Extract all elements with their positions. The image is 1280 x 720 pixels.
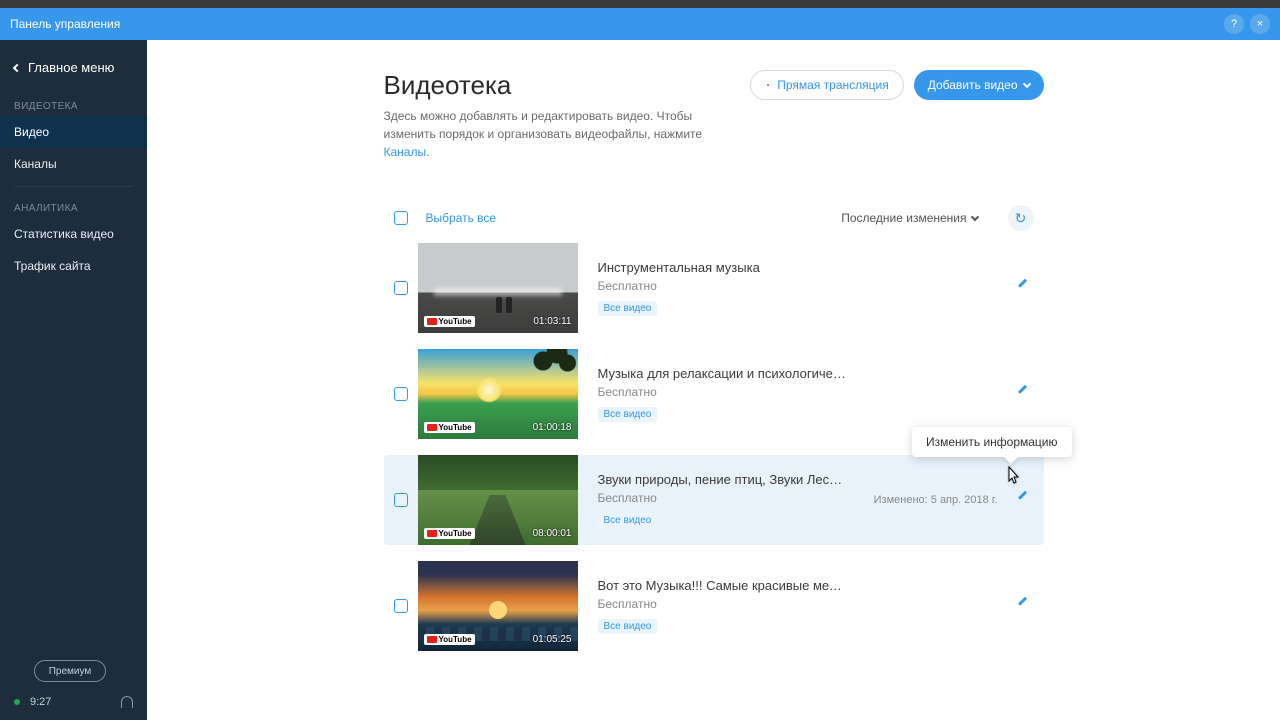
add-video-button[interactable]: Добавить видео bbox=[914, 70, 1044, 100]
pencil-icon bbox=[1014, 387, 1028, 401]
sidebar-footer: 9:27 bbox=[0, 696, 147, 720]
youtube-badge-icon: YouTube bbox=[424, 316, 475, 327]
video-duration: 01:05:25 bbox=[533, 634, 572, 645]
row-checkbox[interactable] bbox=[394, 493, 408, 507]
video-price: Бесплатно bbox=[598, 597, 1008, 611]
video-row[interactable]: YouTube 01:03:11 Инструментальная музыка Бе… bbox=[384, 243, 1044, 333]
video-row[interactable]: YouTube 08:00:01 Звуки природы, пение птиц… bbox=[384, 455, 1044, 545]
sidebar-group-analytics: АНАЛИТИКА bbox=[0, 193, 147, 218]
video-duration: 01:03:11 bbox=[533, 316, 571, 327]
help-icon[interactable]: ? bbox=[1224, 14, 1244, 34]
sidebar-group-library: ВИДЕОТЕКА bbox=[0, 91, 147, 116]
row-checkbox[interactable] bbox=[394, 281, 408, 295]
video-title: Вот это Музыка!!! Самые красивые мелодии… bbox=[598, 578, 848, 593]
chevron-down-icon bbox=[1022, 79, 1030, 87]
channels-link[interactable]: Каналы bbox=[384, 145, 427, 159]
page-description: Здесь можно добавлять и редактировать ви… bbox=[384, 107, 724, 161]
video-thumbnail[interactable]: YouTube 01:00:18 bbox=[418, 349, 578, 439]
sidebar-item-video-stats[interactable]: Статистика видео bbox=[0, 218, 147, 250]
video-thumbnail[interactable]: YouTube 08:00:01 bbox=[418, 455, 578, 545]
close-icon[interactable]: × bbox=[1250, 14, 1270, 34]
youtube-badge-icon: YouTube bbox=[424, 528, 475, 539]
back-label: Главное меню bbox=[28, 60, 114, 75]
video-info: Инструментальная музыка Бесплатно Все виде… bbox=[598, 260, 1008, 316]
video-tag[interactable]: Все видео bbox=[598, 407, 658, 422]
main-content: Видеотека Здесь можно добавлять и редакт… bbox=[147, 40, 1280, 720]
video-title: Музыка для релаксации и психологической … bbox=[598, 366, 848, 381]
edit-button[interactable] bbox=[1008, 381, 1034, 407]
chevron-left-icon bbox=[13, 63, 21, 71]
video-row[interactable]: YouTube 01:00:18 Музыка для релаксации и п… bbox=[384, 349, 1044, 439]
video-info: Звуки природы, пение птиц, Звуки Леса, д… bbox=[598, 472, 874, 528]
youtube-badge-icon: YouTube bbox=[424, 634, 475, 645]
video-title: Звуки природы, пение птиц, Звуки Леса, д… bbox=[598, 472, 848, 487]
video-row[interactable]: YouTube 01:05:25 Вот это Музыка!!! Самые к… bbox=[384, 561, 1044, 651]
live-stream-button[interactable]: Прямая трансляция bbox=[750, 70, 903, 100]
sort-dropdown[interactable]: Последние изменения bbox=[841, 211, 977, 225]
chevron-down-icon bbox=[970, 212, 978, 220]
select-all-checkbox[interactable] bbox=[394, 211, 408, 225]
video-price: Бесплатно bbox=[598, 491, 874, 505]
video-tag[interactable]: Все видео bbox=[598, 301, 658, 316]
sidebar-item-channels[interactable]: Каналы bbox=[0, 148, 147, 180]
sidebar-item-traffic[interactable]: Трафик сайта bbox=[0, 250, 147, 282]
edit-tooltip: Изменить информацию bbox=[912, 427, 1072, 457]
video-thumbnail[interactable]: YouTube 01:03:11 bbox=[418, 243, 578, 333]
row-checkbox[interactable] bbox=[394, 599, 408, 613]
pencil-icon bbox=[1014, 599, 1028, 613]
video-duration: 01:00:18 bbox=[533, 422, 572, 433]
video-tag[interactable]: Все видео bbox=[598, 619, 658, 634]
video-price: Бесплатно bbox=[598, 385, 1008, 399]
sidebar-item-video[interactable]: Видео bbox=[0, 116, 147, 148]
edit-button[interactable] bbox=[1008, 487, 1034, 513]
video-info: Вот это Музыка!!! Самые красивые мелодии… bbox=[598, 578, 1008, 634]
pencil-icon bbox=[1014, 281, 1028, 295]
select-all-label[interactable]: Выбрать все bbox=[426, 211, 497, 225]
video-duration: 08:00:01 bbox=[533, 528, 572, 539]
video-title: Инструментальная музыка bbox=[598, 260, 848, 275]
back-to-main[interactable]: Главное меню bbox=[0, 40, 147, 91]
video-tag[interactable]: Все видео bbox=[598, 513, 658, 528]
premium-button[interactable]: Премиум bbox=[34, 660, 106, 682]
row-checkbox[interactable] bbox=[394, 387, 408, 401]
topbar: Панель управления ? × bbox=[0, 8, 1280, 40]
bell-icon[interactable] bbox=[121, 696, 133, 708]
refresh-button[interactable]: ↻ bbox=[1008, 205, 1034, 231]
video-price: Бесплатно bbox=[598, 279, 1008, 293]
topbar-title: Панель управления bbox=[10, 17, 1218, 31]
edit-button[interactable] bbox=[1008, 593, 1034, 619]
clock-time: 9:27 bbox=[30, 696, 51, 708]
divider bbox=[14, 186, 133, 187]
edit-button[interactable] bbox=[1008, 275, 1034, 301]
status-dot-icon bbox=[14, 699, 20, 705]
youtube-badge-icon: YouTube bbox=[424, 422, 475, 433]
video-thumbnail[interactable]: YouTube 01:05:25 bbox=[418, 561, 578, 651]
sidebar: Главное меню ВИДЕОТЕКА Видео Каналы АНАЛ… bbox=[0, 40, 147, 720]
live-dot-icon bbox=[765, 82, 771, 88]
pencil-icon bbox=[1014, 493, 1028, 507]
list-header: Выбрать все Последние изменения ↻ bbox=[384, 205, 1044, 243]
video-modified: Изменено: 5 апр. 2018 г. bbox=[874, 494, 998, 506]
video-info: Музыка для релаксации и психологической … bbox=[598, 366, 1008, 422]
page-title: Видеотека bbox=[384, 70, 751, 101]
